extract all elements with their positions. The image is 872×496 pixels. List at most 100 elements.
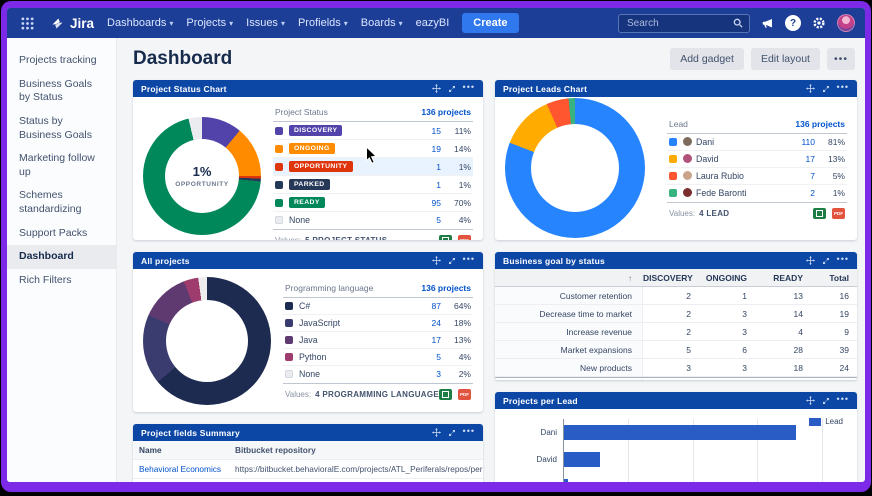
move-gadget-icon[interactable] [806, 256, 815, 265]
project-leads-donut-chart[interactable] [505, 98, 645, 238]
search-input[interactable] [625, 17, 725, 30]
create-button[interactable]: Create [462, 13, 518, 33]
gadget-menu-icon[interactable]: ••• [837, 83, 849, 92]
gadget-header[interactable]: Projects per Lead ••• [495, 392, 857, 409]
excel-export-icon[interactable] [439, 235, 452, 240]
legend-color-swatch[interactable] [669, 155, 677, 163]
pdf-export-icon[interactable]: PDF [832, 208, 845, 219]
legend-total[interactable]: 136 projects [795, 119, 845, 129]
sidebar-item-business-goals-by-status[interactable]: Business Goals by Status [7, 73, 116, 110]
move-gadget-icon[interactable] [432, 428, 441, 437]
values-summary[interactable]: 4 LEAD [699, 209, 729, 218]
search-icon[interactable] [733, 18, 743, 28]
gadget-menu-icon[interactable]: ••• [463, 427, 475, 436]
nav-issues[interactable]: Issues▾ [246, 17, 285, 29]
values-summary[interactable]: 5 PROJECT STATUS [305, 236, 387, 240]
legend-row[interactable]: DISCOVERY 15 11% [273, 122, 473, 140]
maximize-gadget-icon[interactable] [822, 257, 830, 265]
legend-row[interactable]: None 5 4% [273, 212, 473, 228]
maximize-gadget-icon[interactable] [448, 85, 456, 93]
sidebar-item-status-by-business-goals[interactable]: Status by Business Goals [7, 110, 116, 147]
help-icon[interactable]: ? [785, 15, 801, 31]
legend-color-swatch[interactable] [275, 127, 283, 135]
maximize-gadget-icon[interactable] [448, 257, 456, 265]
legend-color-swatch[interactable] [285, 370, 293, 378]
move-gadget-icon[interactable] [806, 396, 815, 405]
pdf-export-icon[interactable]: PDF [458, 235, 471, 240]
sidebar-item-support-packs[interactable]: Support Packs [7, 222, 116, 246]
megaphone-icon[interactable] [761, 17, 774, 30]
legend-color-swatch[interactable] [275, 163, 283, 171]
settings-gear-icon[interactable] [812, 16, 826, 30]
sidebar-item-dashboard[interactable]: Dashboard [7, 245, 116, 269]
sidebar-item-marketing-follow-up[interactable]: Marketing follow up [7, 147, 116, 184]
legend-row[interactable]: Fede Baronti 2 1% [667, 185, 847, 201]
legend-color-swatch[interactable] [285, 302, 293, 310]
legend-color-swatch[interactable] [275, 145, 283, 153]
nav-eazybi[interactable]: eazyBI [416, 17, 450, 29]
legend-row[interactable]: Dani 110 81% [667, 134, 847, 151]
excel-export-icon[interactable] [813, 208, 826, 219]
legend-color-swatch[interactable] [669, 138, 677, 146]
gadget-menu-icon[interactable]: ••• [837, 395, 849, 404]
legend-row[interactable]: JavaScript 24 18% [283, 315, 473, 332]
gadget-menu-icon[interactable]: ••• [463, 255, 475, 264]
more-options-button[interactable]: ••• [827, 48, 855, 70]
column-header[interactable]: READY [755, 269, 811, 286]
sidebar-item-projects-tracking[interactable]: Projects tracking [7, 49, 116, 73]
legend-row-hovered[interactable]: OPPORTUNITY 1 1% [273, 158, 473, 176]
nav-boards[interactable]: Boards▾ [361, 17, 403, 29]
maximize-gadget-icon[interactable] [822, 85, 830, 93]
move-gadget-icon[interactable] [432, 84, 441, 93]
legend-total[interactable]: 136 projects [421, 283, 471, 293]
maximize-gadget-icon[interactable] [448, 429, 456, 437]
project-link[interactable]: Big data [133, 479, 233, 482]
programming-language-donut-chart[interactable] [143, 277, 271, 405]
chart-legend[interactable]: Lead [809, 417, 843, 426]
column-header[interactable]: Total [811, 269, 857, 286]
excel-export-icon[interactable] [439, 389, 452, 400]
legend-row[interactable]: Python 5 4% [283, 349, 473, 366]
column-header[interactable]: ONGOING [699, 269, 755, 286]
sort-ascending-icon[interactable]: ↑ [628, 274, 632, 283]
gadget-header[interactable]: Business goal by status ••• [495, 252, 857, 269]
user-avatar[interactable] [837, 14, 855, 32]
bar-fede-baronti[interactable] [564, 479, 568, 482]
nav-dashboards[interactable]: Dashboards▾ [107, 17, 173, 29]
legend-color-swatch[interactable] [669, 189, 677, 197]
legend-row[interactable]: PARKED 1 1% [273, 176, 473, 194]
legend-color-swatch[interactable] [275, 199, 283, 207]
move-gadget-icon[interactable] [806, 84, 815, 93]
add-gadget-button[interactable]: Add gadget [670, 48, 744, 70]
pdf-export-icon[interactable]: PDF [458, 389, 471, 400]
legend-color-swatch[interactable] [285, 353, 293, 361]
gadget-header[interactable]: Project Leads Chart ••• [495, 80, 857, 97]
legend-row[interactable]: David 17 13% [667, 151, 847, 168]
sidebar-item-rich-filters[interactable]: Rich Filters [7, 269, 116, 293]
values-summary[interactable]: 4 PROGRAMMING LANGUAGE [315, 390, 439, 399]
move-gadget-icon[interactable] [432, 256, 441, 265]
app-switcher-icon[interactable] [17, 13, 37, 33]
bar-david[interactable] [564, 452, 600, 467]
legend-row[interactable]: C# 87 64% [283, 298, 473, 315]
legend-color-swatch[interactable] [275, 181, 283, 189]
project-status-donut-chart[interactable]: 1% OPPORTUNITY [143, 117, 261, 235]
legend-total[interactable]: 136 projects [421, 107, 471, 117]
legend-row[interactable]: Laura Rubio 7 5% [667, 168, 847, 185]
bar-dani[interactable] [564, 425, 796, 440]
search-field[interactable] [618, 14, 750, 33]
gadget-menu-icon[interactable]: ••• [463, 83, 475, 92]
legend-color-swatch[interactable] [669, 172, 677, 180]
edit-layout-button[interactable]: Edit layout [751, 48, 820, 70]
maximize-gadget-icon[interactable] [822, 397, 830, 405]
gadget-menu-icon[interactable]: ••• [837, 255, 849, 264]
project-link[interactable]: Behavioral Economics [133, 460, 233, 478]
sidebar-item-schemes-standardizing[interactable]: Schemes standardizing [7, 184, 116, 221]
nav-profields[interactable]: Profields▾ [298, 17, 348, 29]
legend-row[interactable]: Java 17 13% [283, 332, 473, 349]
gadget-header[interactable]: Project fields Summary ••• [133, 424, 483, 441]
legend-row[interactable]: None 3 2% [283, 366, 473, 382]
legend-row[interactable]: READY 95 70% [273, 194, 473, 212]
jira-home-link[interactable]: Jira [50, 16, 94, 31]
legend-color-swatch[interactable] [275, 216, 283, 224]
